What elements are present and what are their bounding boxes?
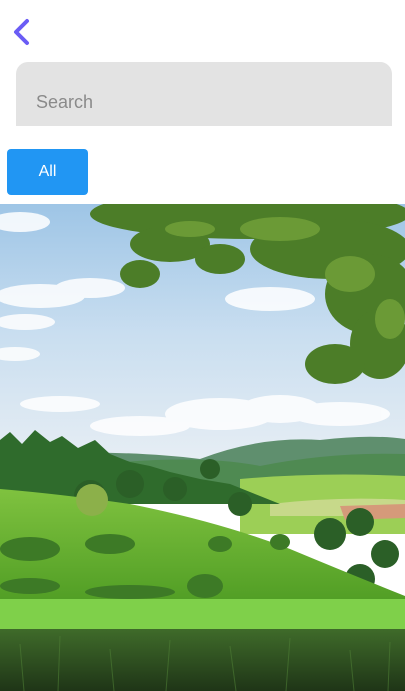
- back-button[interactable]: [6, 16, 36, 48]
- search-input[interactable]: [36, 92, 376, 113]
- filter-chip-all[interactable]: All: [7, 149, 88, 195]
- landscape-photo[interactable]: [0, 204, 405, 691]
- search-field[interactable]: [16, 62, 392, 126]
- filter-chip-label: All: [38, 163, 57, 180]
- landscape-image: [0, 204, 405, 691]
- screen: All: [0, 0, 405, 691]
- chevron-left-icon: [14, 19, 29, 45]
